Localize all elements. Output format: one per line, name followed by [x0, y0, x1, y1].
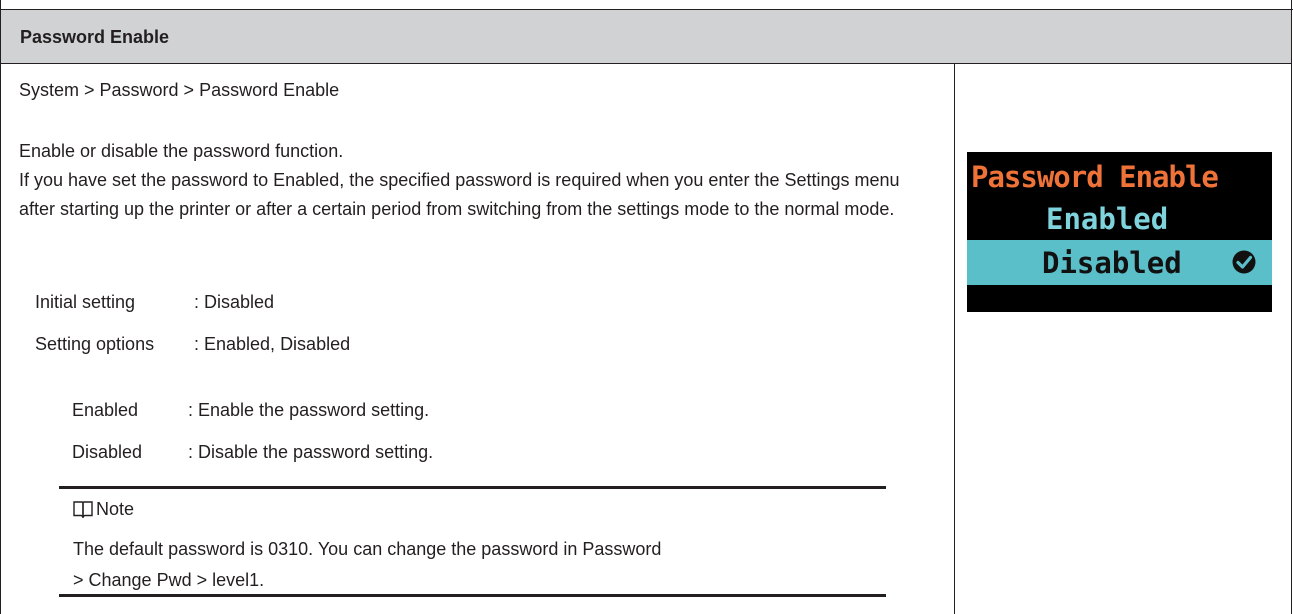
- option-enabled-label: Enabled: [72, 400, 139, 420]
- lcd-selected-row: Disabled: [967, 240, 1272, 285]
- column-divider: [954, 64, 955, 614]
- lcd-option-enabled: Enabled: [1046, 202, 1169, 236]
- lcd-display: Password Enable Enabled Disabled: [967, 152, 1272, 312]
- lcd-option-disabled: Disabled: [1042, 246, 1182, 280]
- lcd-title: Password Enable: [971, 160, 1219, 194]
- setting-options-value: : Enabled, Disabled: [194, 334, 351, 354]
- setting-options-label: Setting options: [35, 334, 155, 354]
- breadcrumb: System > Password > Password Enable: [19, 80, 340, 100]
- book-icon: [73, 501, 93, 518]
- description-body: If you have set the password to Enabled,…: [19, 170, 900, 219]
- option-disabled-desc: : Disable the password setting.: [188, 442, 434, 462]
- note-bottom-rule: [59, 594, 886, 597]
- note-text-line2: > Change Pwd > level1.: [73, 570, 265, 590]
- check-circle-icon: [1232, 250, 1256, 274]
- option-disabled-label: Disabled: [72, 442, 143, 462]
- note-title: Note: [96, 499, 135, 519]
- initial-setting-value: : Disabled: [194, 292, 275, 312]
- description-line1: Enable or disable the password function.: [19, 141, 344, 161]
- note-top-rule: [59, 486, 886, 489]
- note-text-line1: The default password is 0310. You can ch…: [73, 539, 662, 559]
- initial-setting-label: Initial setting: [35, 292, 136, 312]
- option-enabled-desc: : Enable the password setting.: [188, 400, 430, 420]
- section-title: Password Enable: [20, 27, 170, 47]
- section-header: Password Enable: [1, 10, 1291, 64]
